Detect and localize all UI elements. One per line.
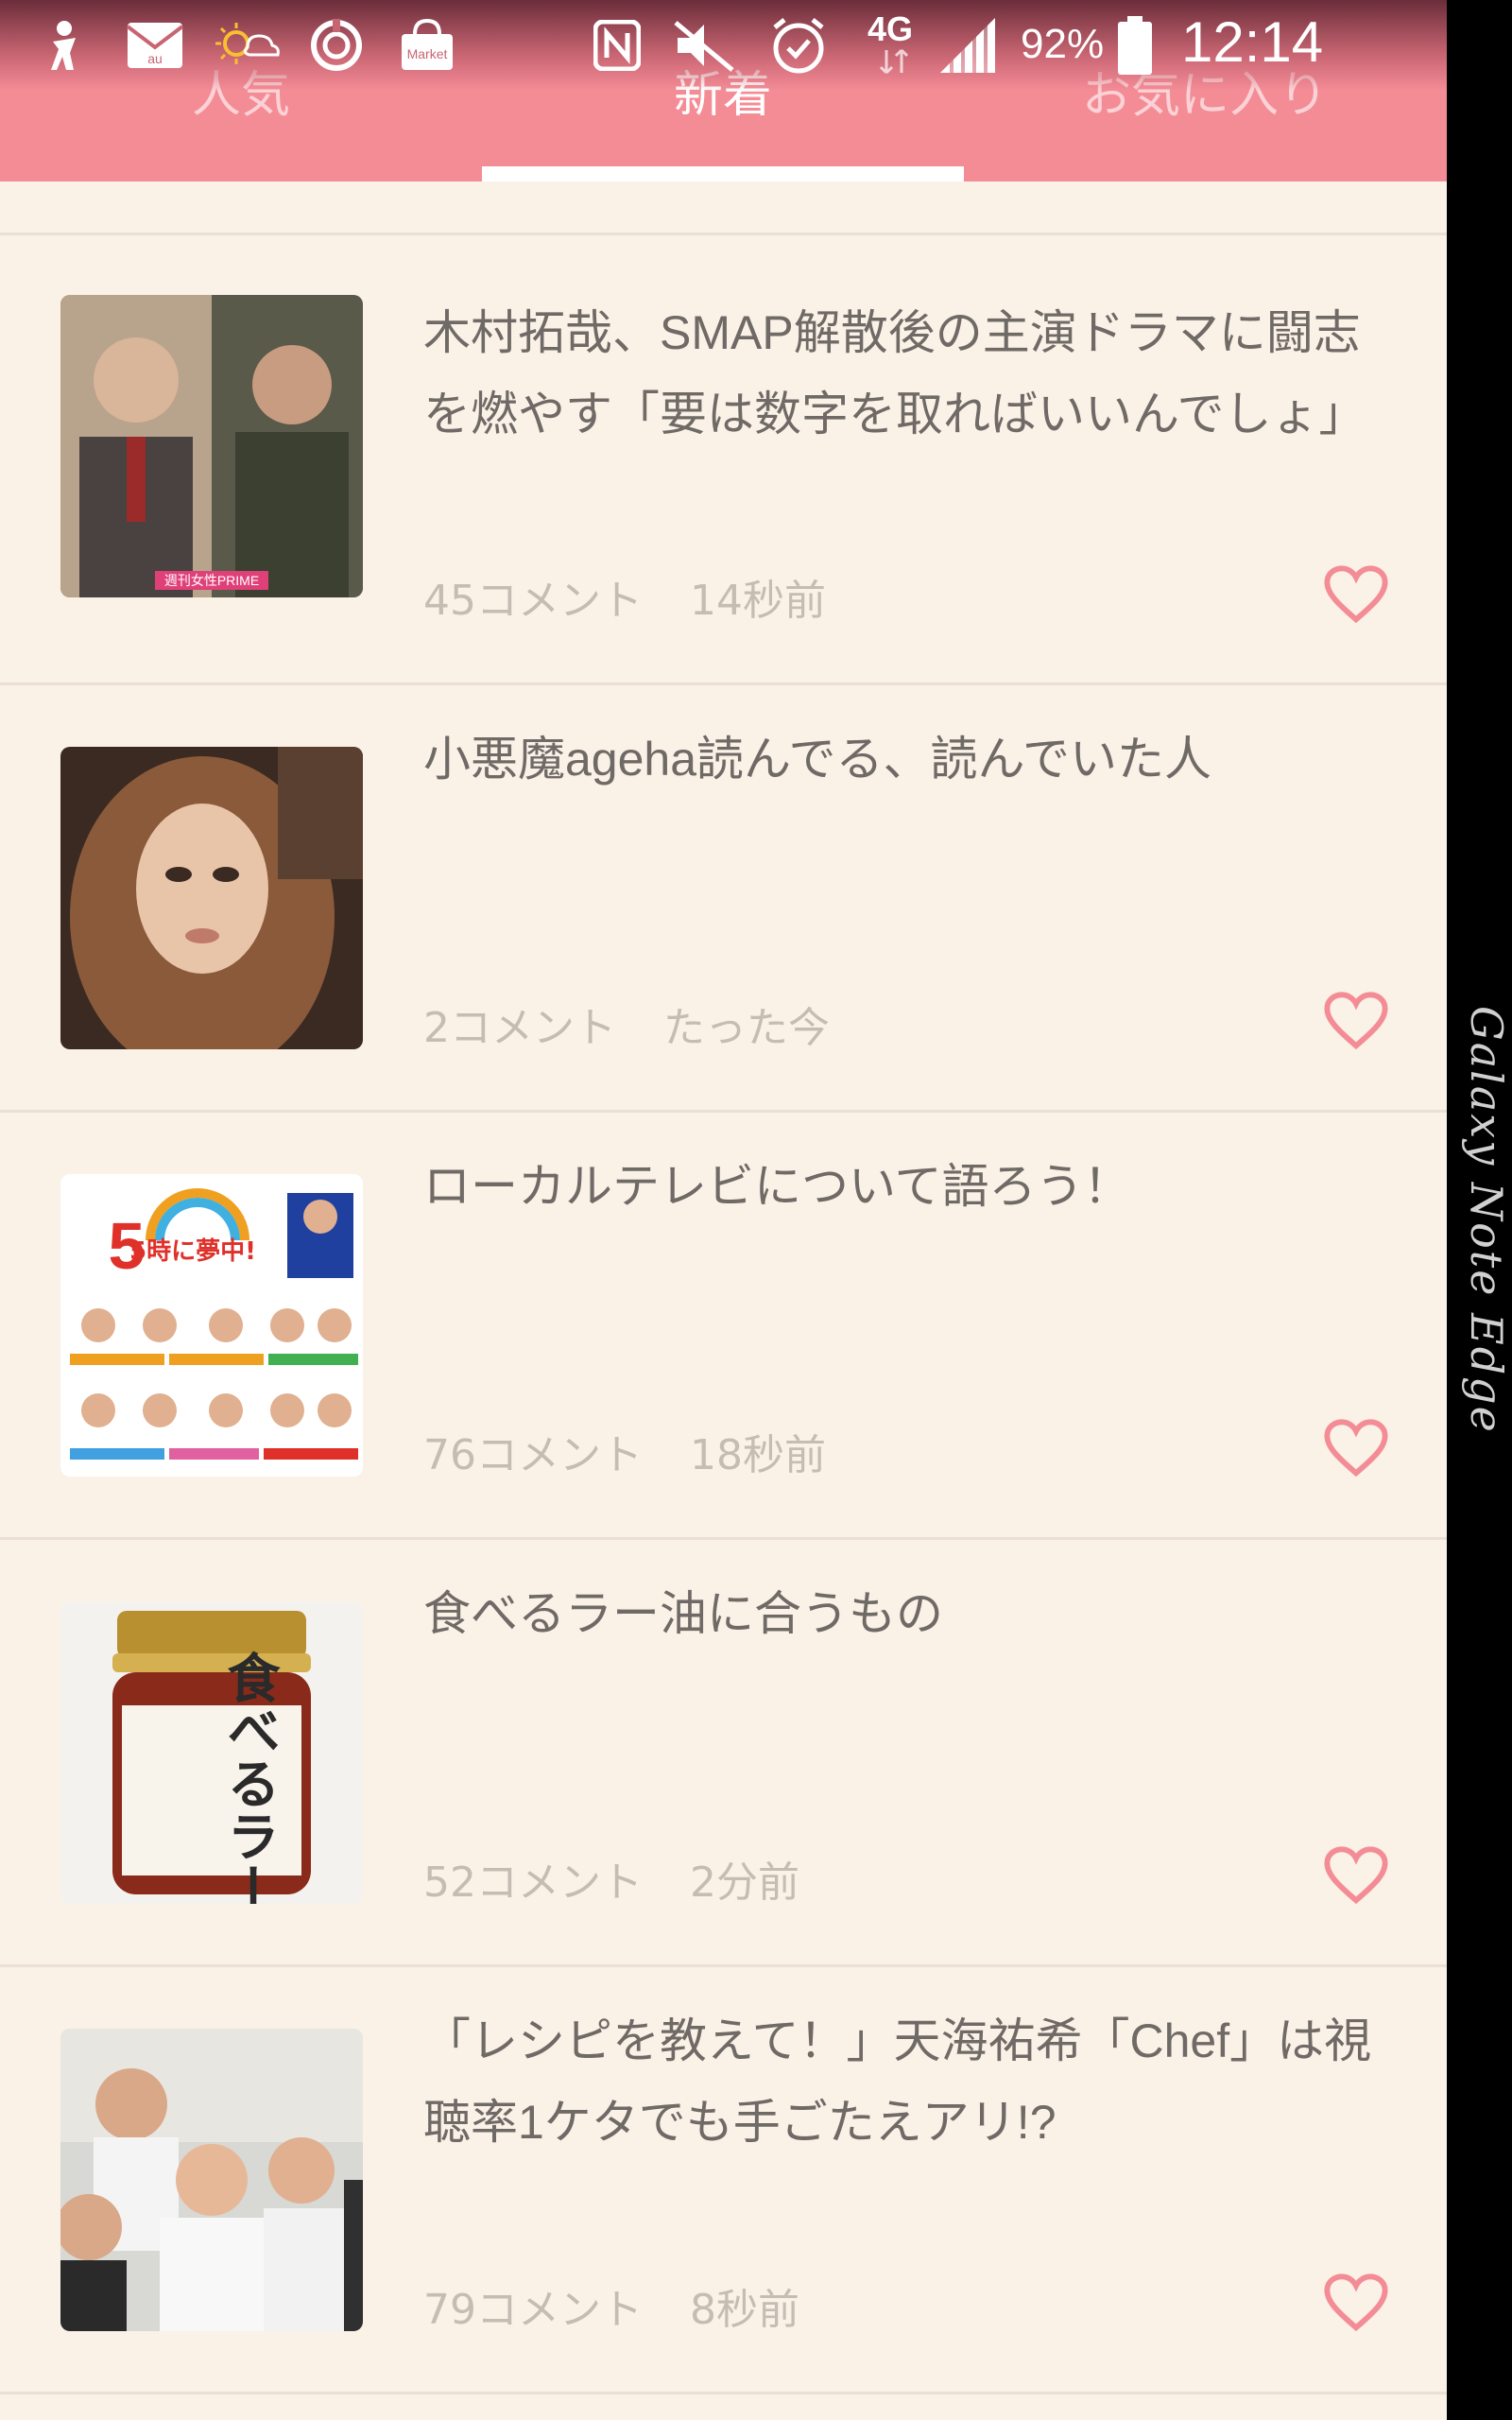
topic-title[interactable]: 食べるラー油に合うもの [423,1573,1387,1654]
nfc-icon [590,17,644,74]
post-time: 2分前 [690,1858,799,1907]
alarm-icon [769,17,828,74]
topic-meta: 79コメント 8秒前 [423,2275,799,2336]
app-screen: 週刊女性PRIME 木村拓哉、SMAP解散後の主演ドラマに闘志を燃やす「要は数字… [0,0,1447,2420]
comment-count: 79コメント [423,2286,643,2334]
thumbnail-image: 週刊女性PRIME [60,295,363,597]
thumb-caption: 5時に夢中! [129,1237,256,1266]
market-icon: Market [397,17,457,74]
favorite-heart-icon[interactable] [1323,988,1389,1054]
comment-count: 45コメント [423,577,643,625]
thumb-caption: 週刊女性PRIME [164,573,259,588]
list-item[interactable]: 食べるラー油 食べるラー油に合うもの 52コメント 2分前 [0,1540,1447,1967]
topic-meta: 45コメント 14秒前 [423,566,826,627]
network-type: 4G [868,9,914,48]
thumbnail-image: 5 5時に夢中! [60,1174,363,1477]
list-item[interactable]: 小悪魔ageha読んでる、読んでいた人 2コメント たった今 [0,685,1447,1113]
topic-title[interactable]: ローカルテレビについて語ろう！ [423,1146,1387,1227]
signal-icon [937,17,998,74]
device-label: Galaxy Note Edge [1461,1006,1512,1434]
favorite-heart-icon[interactable] [1323,1415,1389,1481]
app-header: 人気 新着 お気に入り au Market 4G 92% 12:14 [0,0,1447,182]
mute-icon [673,17,737,74]
favorite-heart-icon[interactable] [1323,562,1389,628]
thumbnail-image [60,747,363,1049]
weather-icon [215,17,282,74]
network-icon [875,47,913,76]
post-time: 18秒前 [690,1431,826,1479]
topic-title[interactable]: 「レシピを教えて！」天海祐希「Chef」は視聴率1ケタでも手ごたえアリ!? [423,2000,1387,2163]
favorite-heart-icon[interactable] [1323,1842,1389,1909]
topic-meta: 52コメント 2分前 [423,1848,799,1909]
figure-icon [38,17,91,74]
comment-count: 52コメント [423,1858,643,1907]
topic-meta: 76コメント 18秒前 [423,1421,826,1481]
market-label: Market [407,46,448,61]
topic-meta: 2コメント たった今 [423,994,830,1054]
clock: 12:14 [1181,10,1324,74]
thumbnail-image: 食べるラー油 [60,1601,363,1904]
list-item[interactable]: 週刊女性PRIME 木村拓哉、SMAP解散後の主演ドラマに闘志を燃やす「要は数字… [0,235,1447,685]
comment-count: 76コメント [423,1431,643,1479]
list-item[interactable]: 5 5時に夢中! ローカルテレビについて語ろう！ 76コメント 18秒前 [0,1113,1447,1540]
post-time: たった今 [663,1004,830,1052]
carrier-label: au [147,51,163,66]
battery-percent: 92% [1021,21,1105,67]
thumb-caption: 食べるラー油 [218,1651,281,1904]
mail-icon: au [125,17,185,74]
list-item[interactable]: 「レシピを教えて！」天海祐希「Chef」は視聴率1ケタでも手ごたえアリ!? 79… [0,1967,1447,2394]
post-time: 8秒前 [690,2286,799,2334]
comment-count: 2コメント [423,1004,616,1052]
active-tab-indicator [482,166,964,182]
topic-title[interactable]: 小悪魔ageha読んでる、読んでいた人 [423,718,1387,800]
post-time: 14秒前 [690,577,826,625]
favorite-heart-icon[interactable] [1323,2270,1389,2336]
battery-icon [1115,16,1155,75]
status-bar: au Market 4G 92% 12:14 [0,0,1447,91]
topic-title[interactable]: 木村拓哉、SMAP解散後の主演ドラマに闘志を燃やす「要は数字を取ればいいんでしょ… [423,292,1387,455]
sync-icon [306,17,367,74]
thumbnail-image [60,2029,363,2331]
